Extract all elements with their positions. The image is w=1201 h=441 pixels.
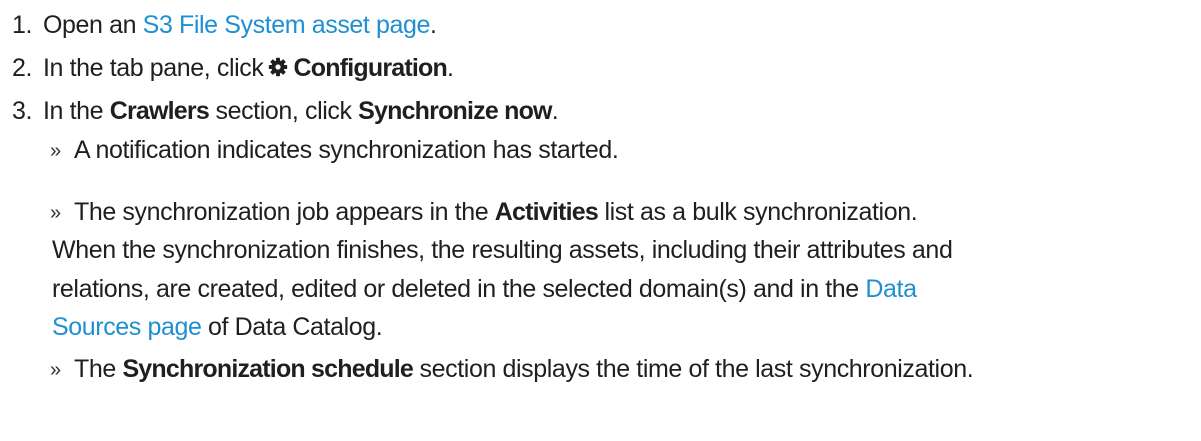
result-text: of Data Catalog. [201,313,383,341]
step-text-end: . [430,11,437,39]
result-1: » A notification indicates synchronizatio… [50,133,619,169]
synchronization-schedule-label: Synchronization schedule [122,355,414,383]
gear-icon [268,52,288,86]
data-sources-page-link[interactable]: Data [865,275,917,303]
result-2-continuation: relations, are created, edited or delete… [52,272,917,306]
step-number: 2. [12,54,33,82]
result-text: The synchronization job appears in the [74,198,495,226]
step-text: Open an [43,11,143,39]
step-text: In the tab pane, click [43,54,264,82]
result-2-continuation: Sources page of Data Catalog. [52,310,383,344]
result-bullet: » [50,359,61,381]
data-sources-page-link[interactable]: Sources page [52,313,202,341]
result-text: relations, are created, edited or delete… [52,275,866,303]
step-3: 3. In the Crawlers section, click Synchro… [12,94,559,128]
activities-label: Activities [494,198,599,226]
step-text-end: . [446,54,454,82]
result-3: » The Synchronization schedule section di… [50,352,974,388]
step-number: 1. [12,11,33,39]
result-bullet: » [50,202,61,224]
configuration-label: Configuration [293,54,448,82]
step-text-mid: section, click [208,97,359,125]
step-text: In the [43,97,110,125]
synchronize-now-label: Synchronize now [358,97,552,125]
result-text-end: list as a bulk synchronization. [597,198,918,226]
result-text: A notification indicates synchronization… [74,136,619,164]
s3-asset-page-link[interactable]: S3 File System asset page [143,11,431,39]
result-bullet: » [50,140,61,162]
step-1: 1. Open an S3 File System asset page. [12,8,437,42]
step-text-end: . [551,97,559,125]
result-2: » The synchronization job appears in the … [50,195,918,231]
result-text: The [74,355,123,383]
crawlers-label: Crawlers [109,97,210,125]
step-number: 3. [12,97,33,125]
result-2-continuation: When the synchronization finishes, the r… [52,236,953,264]
result-text-end: section displays the time of the last sy… [413,355,974,383]
step-2: 2. In the tab pane, click Configuration. [12,51,454,86]
